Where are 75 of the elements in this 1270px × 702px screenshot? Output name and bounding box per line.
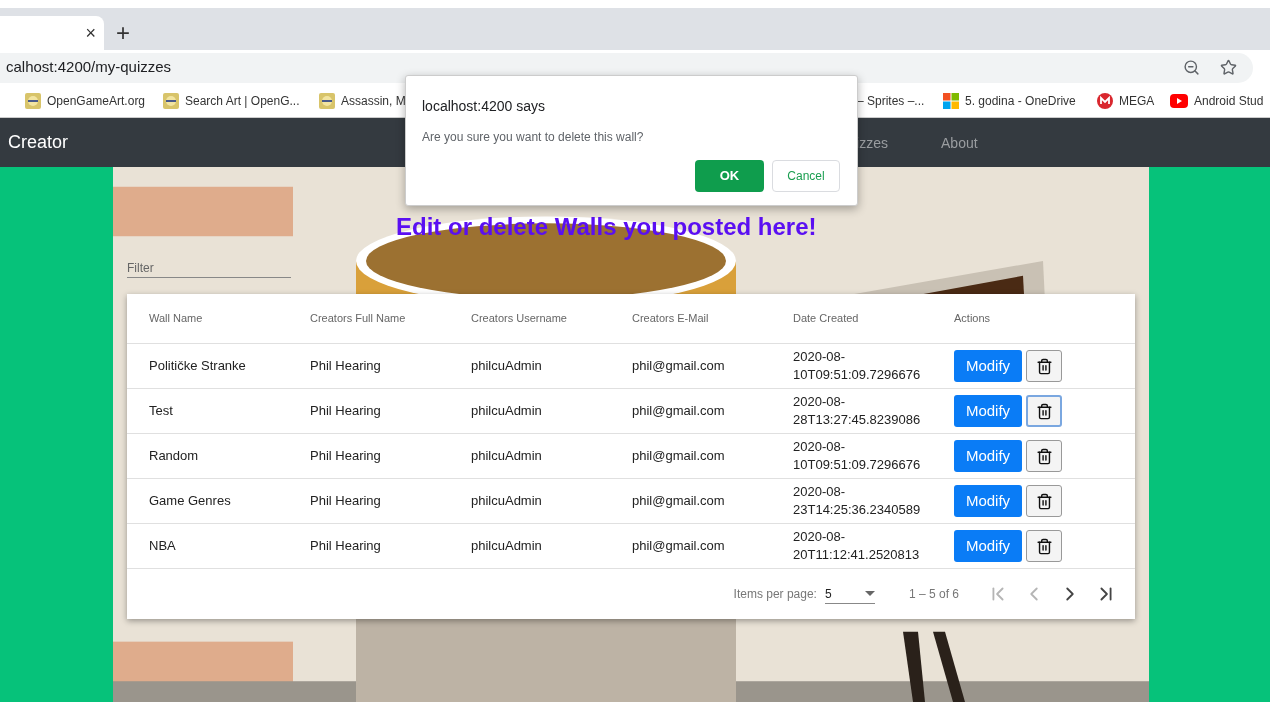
trash-icon xyxy=(1035,402,1053,420)
table-cell-text: phil@gmail.com xyxy=(632,402,726,421)
dialog-message: Are you sure you want to delete this wall? xyxy=(422,129,645,146)
zoom-out-icon[interactable] xyxy=(1183,59,1200,76)
table-cell-text: phil@gmail.com xyxy=(632,537,726,556)
table-cell-text: philcuAdmin xyxy=(471,447,543,466)
filter-field[interactable]: Filter xyxy=(127,258,291,278)
windows-icon xyxy=(943,93,959,109)
trash-icon xyxy=(1035,447,1053,465)
table-cell-text: Phil Hearing xyxy=(310,447,382,466)
browser-tab[interactable]: × xyxy=(0,16,104,50)
bookmark[interactable]: Search Art | OpenG... xyxy=(163,92,300,110)
table-cell-text: 2020-08-10T09:51:09.7296676 xyxy=(793,438,922,474)
table-cell-text: philcuAdmin xyxy=(471,537,543,556)
page-range: 1 – 5 of 6 xyxy=(908,586,959,603)
column-header: Wall Name xyxy=(149,311,204,327)
column-header: Creators Full Name xyxy=(310,311,407,327)
brand-title[interactable]: Creator xyxy=(8,129,69,156)
table-cell-text: phil@gmail.com xyxy=(632,492,726,511)
trash-icon xyxy=(1035,357,1053,375)
table-cell-text: philcuAdmin xyxy=(471,357,543,376)
modify-button[interactable]: Modify xyxy=(954,485,1022,517)
table-cell-text: Game Genres xyxy=(149,492,232,511)
trash-icon xyxy=(1035,537,1053,555)
cancel-button[interactable]: Cancel xyxy=(772,160,840,192)
modify-button[interactable]: Modify xyxy=(954,440,1022,472)
table-cell-text: Političke Stranke xyxy=(149,357,247,376)
delete-button[interactable] xyxy=(1026,395,1062,427)
nav-link[interactable]: About xyxy=(941,134,978,151)
new-tab-button[interactable]: + xyxy=(116,21,130,45)
table-cell-text: phil@gmail.com xyxy=(632,357,726,376)
table-cell-text: Phil Hearing xyxy=(310,357,382,376)
star-icon[interactable] xyxy=(1220,59,1237,76)
bookmark[interactable]: 5. godina - OneDrive xyxy=(943,92,1076,110)
table-cell-text: philcuAdmin xyxy=(471,402,543,421)
column-header: Date Created xyxy=(793,311,860,327)
modify-button[interactable]: Modify xyxy=(954,530,1022,562)
modify-button[interactable]: Modify xyxy=(954,350,1022,382)
table-cell-text: Phil Hearing xyxy=(310,492,382,511)
table-cell-text: 2020-08-28T13:27:45.8239086 xyxy=(793,393,922,429)
page-size-select[interactable]: 5 xyxy=(824,584,875,604)
column-header: Actions xyxy=(954,311,992,327)
table-cell-text: philcuAdmin xyxy=(471,492,543,511)
table-cell-text: Test xyxy=(149,402,174,421)
table-cell-text: Random xyxy=(149,447,200,466)
close-tab-button[interactable]: × xyxy=(85,19,96,47)
dialog-title: localhost:4200 says xyxy=(422,97,546,116)
trash-icon xyxy=(1035,492,1053,510)
table-cell-text: NBA xyxy=(149,537,177,556)
column-header: Creators E-Mail xyxy=(632,311,710,327)
dropdown-caret-icon xyxy=(864,591,875,596)
bookmark[interactable]: Android Stud xyxy=(1170,92,1264,110)
bookmark[interactable]: MEGA xyxy=(1097,92,1155,110)
table-cell-text: phil@gmail.com xyxy=(632,447,726,466)
delete-button[interactable] xyxy=(1026,350,1062,382)
delete-button[interactable] xyxy=(1026,440,1062,472)
items-per-page-label: Items per page: xyxy=(733,586,817,603)
sprite-icon xyxy=(319,93,335,109)
table-cell-text: 2020-08-23T14:25:36.2340589 xyxy=(793,483,922,519)
table-cell-text: 2020-08-20T11:12:41.2520813 xyxy=(793,528,921,564)
table-cell-text: Phil Hearing xyxy=(310,402,382,421)
table-cell-text: Phil Hearing xyxy=(310,537,382,556)
ok-button[interactable]: OK xyxy=(695,160,764,192)
delete-button[interactable] xyxy=(1026,530,1062,562)
bookmark[interactable]: OpenGameArt.org xyxy=(25,92,146,110)
delete-button[interactable] xyxy=(1026,485,1062,517)
m-circle-icon xyxy=(1097,93,1113,109)
play-icon xyxy=(1170,94,1188,108)
bookmark[interactable]: Assassin, M xyxy=(319,92,406,110)
modify-button[interactable]: Modify xyxy=(954,395,1022,427)
column-header: Creators Username xyxy=(471,311,568,327)
sprite-icon xyxy=(25,93,41,109)
sprite-icon xyxy=(163,93,179,109)
address-bar[interactable]: calhost:4200/my-quizzes xyxy=(0,52,1253,83)
table-cell-text: 2020-08-10T09:51:09.7296676 xyxy=(793,348,922,384)
